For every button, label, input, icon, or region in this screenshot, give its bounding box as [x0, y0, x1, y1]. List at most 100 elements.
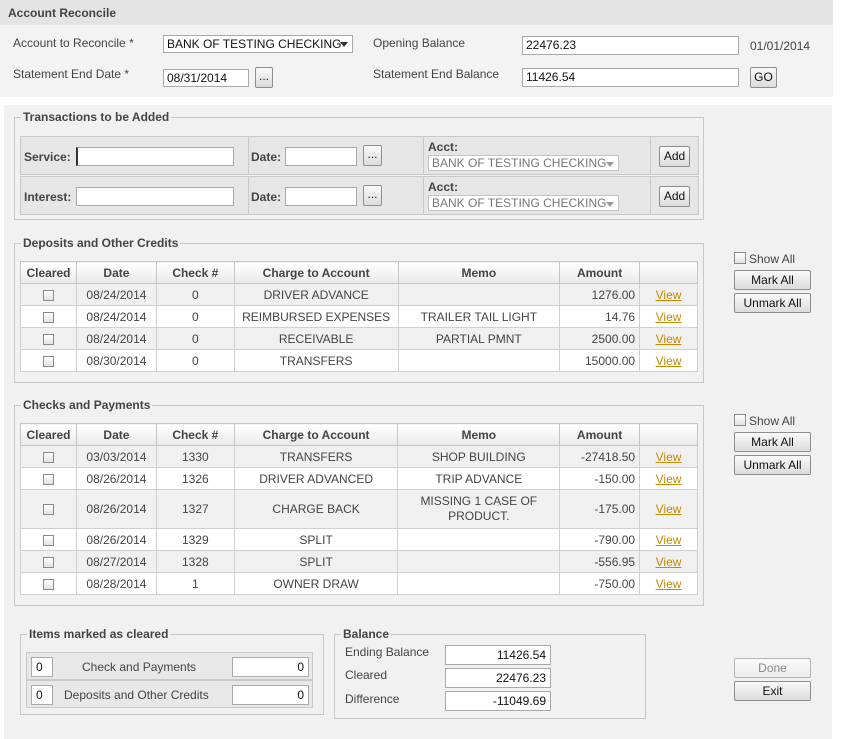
difference-input[interactable]: -11049.69	[445, 691, 551, 711]
row-amount: 15000.00	[559, 349, 641, 372]
cleared-checkbox[interactable]	[42, 578, 54, 590]
row-account: CHARGE BACK	[233, 489, 399, 529]
view-link[interactable]: View	[656, 533, 682, 547]
transactions-to-add-legend: Transactions to be Added	[21, 110, 172, 124]
view-link[interactable]: View	[656, 502, 682, 516]
row-account: RECEIVABLE	[233, 327, 399, 350]
table-row: 08/26/2014 1329 SPLIT -790.00 View	[20, 528, 698, 551]
service-input[interactable]	[76, 147, 234, 166]
row-memo-line-1: MISSING 1 CASE OF	[420, 494, 538, 508]
cleared-checkbox[interactable]	[42, 289, 54, 301]
view-link[interactable]: View	[656, 577, 682, 591]
row-date: 08/24/2014	[75, 283, 157, 306]
row-amount: -790.00	[559, 528, 641, 551]
chevron-down-icon	[340, 42, 348, 47]
interest-cell: Interest:	[20, 176, 249, 215]
service-cell: Service:	[20, 136, 249, 175]
row-check-number: 0	[155, 305, 235, 328]
col-charge-to-account: Charge to Account	[233, 423, 399, 446]
service-acct-select[interactable]: BANK OF TESTING CHECKING	[428, 155, 619, 171]
view-link[interactable]: View	[656, 332, 682, 346]
row-amount: -556.95	[559, 550, 641, 573]
cleared-checkbox[interactable]	[42, 534, 54, 546]
deposits-mark-all-button[interactable]: Mark All	[734, 270, 811, 290]
service-date-picker-button[interactable]: ...	[363, 145, 382, 166]
cleared-summary-legend: Items marked as cleared	[27, 627, 171, 641]
checks-header-row: Cleared Date Check # Charge to Account M…	[20, 423, 698, 446]
account-select[interactable]: BANK OF TESTING CHECKING	[163, 35, 353, 53]
cleared-checkbox[interactable]	[42, 504, 54, 516]
deposits-legend: Deposits and Other Credits	[21, 236, 181, 250]
cleared-checkbox[interactable]	[42, 451, 54, 463]
row-check-number: 1330	[155, 445, 235, 468]
interest-date-picker-button[interactable]: ...	[363, 185, 382, 206]
view-link[interactable]: View	[656, 310, 682, 324]
cleared-checks-total[interactable]: 0	[232, 657, 309, 677]
ending-balance-input[interactable]: 11426.54	[445, 645, 551, 665]
service-date-label: Date:	[251, 150, 282, 164]
exit-button[interactable]: Exit	[734, 681, 811, 701]
interest-acct-cell: Acct: BANK OF TESTING CHECKING	[423, 176, 651, 215]
cleared-checkbox[interactable]	[42, 355, 54, 367]
col-cleared: Cleared	[20, 261, 77, 284]
cleared-checkbox[interactable]	[42, 473, 54, 485]
balance-legend: Balance	[341, 627, 392, 641]
interest-date-input[interactable]	[285, 187, 357, 206]
cleared-deposits-row: 0 Deposits and Other Credits 0	[26, 680, 313, 708]
view-link[interactable]: View	[656, 450, 682, 464]
deposits-show-all-checkbox[interactable]	[734, 252, 746, 264]
cleared-deposits-label: Deposits and Other Credits	[64, 688, 209, 702]
row-amount: 1276.00	[559, 283, 641, 306]
cleared-checkbox[interactable]	[42, 556, 54, 568]
checks-mark-all-button[interactable]: Mark All	[734, 432, 811, 452]
add-interest-button[interactable]: Add	[659, 186, 690, 207]
cleared-deposits-total[interactable]: 0	[232, 685, 309, 705]
view-link[interactable]: View	[656, 354, 682, 368]
opening-balance-date: 01/01/2014	[750, 39, 811, 53]
checks-unmark-all-button[interactable]: Unmark All	[734, 455, 811, 475]
statement-end-date-label: Statement End Date *	[13, 67, 130, 81]
interest-input[interactable]	[76, 187, 234, 206]
row-account: SPLIT	[233, 528, 399, 551]
interest-acct-select[interactable]: BANK OF TESTING CHECKING	[428, 195, 619, 211]
table-row: 03/03/2014 1330 TRANSFERS SHOP BUILDING …	[20, 445, 698, 468]
cleared-balance-input[interactable]: 22476.23	[445, 668, 551, 688]
view-link[interactable]: View	[656, 555, 682, 569]
service-acct-value: BANK OF TESTING CHECKING	[432, 156, 607, 170]
go-button[interactable]: GO	[750, 67, 777, 88]
col-charge-to-account: Charge to Account	[233, 261, 399, 284]
statement-end-balance-input[interactable]: 11426.54	[522, 68, 739, 87]
statement-end-date-input[interactable]: 08/31/2014	[163, 69, 249, 87]
row-date: 08/27/2014	[75, 550, 157, 573]
table-row: 08/24/2014 0 DRIVER ADVANCE 1276.00 View	[20, 283, 698, 306]
deposits-unmark-all-button[interactable]: Unmark All	[734, 293, 811, 313]
statement-date-picker-button[interactable]: ...	[255, 67, 273, 88]
row-account: OWNER DRAW	[233, 572, 399, 595]
row-memo: TRAILER TAIL LIGHT	[397, 305, 561, 328]
checks-show-all-label: Show All	[749, 414, 796, 428]
cleared-deposits-count[interactable]: 0	[31, 685, 53, 705]
checks-show-all-checkbox[interactable]	[734, 414, 746, 426]
opening-balance-input[interactable]: 22476.23	[522, 36, 739, 55]
page-title: Account Reconcile	[8, 6, 117, 20]
col-date: Date	[75, 261, 157, 284]
ending-balance-label: Ending Balance	[345, 645, 430, 659]
service-date-input[interactable]	[285, 147, 357, 166]
cleared-checks-row: 0 Check and Payments 0	[26, 652, 313, 680]
row-amount: -27418.50	[559, 445, 641, 468]
row-amount: -175.00	[559, 489, 641, 529]
interest-date-cell: Date: ...	[248, 176, 424, 215]
cleared-checks-count[interactable]: 0	[31, 657, 53, 677]
row-memo	[397, 349, 561, 372]
done-button[interactable]: Done	[734, 658, 811, 678]
add-service-button[interactable]: Add	[659, 146, 690, 167]
page-title-bar: Account Reconcile	[0, 0, 833, 25]
row-amount: -750.00	[559, 572, 641, 595]
cleared-checkbox[interactable]	[42, 311, 54, 323]
checks-table: Cleared Date Check # Charge to Account M…	[20, 423, 698, 595]
view-link[interactable]: View	[656, 472, 682, 486]
view-link[interactable]: View	[656, 288, 682, 302]
col-date: Date	[75, 423, 157, 446]
cleared-checkbox[interactable]	[42, 333, 54, 345]
row-memo	[397, 572, 561, 595]
